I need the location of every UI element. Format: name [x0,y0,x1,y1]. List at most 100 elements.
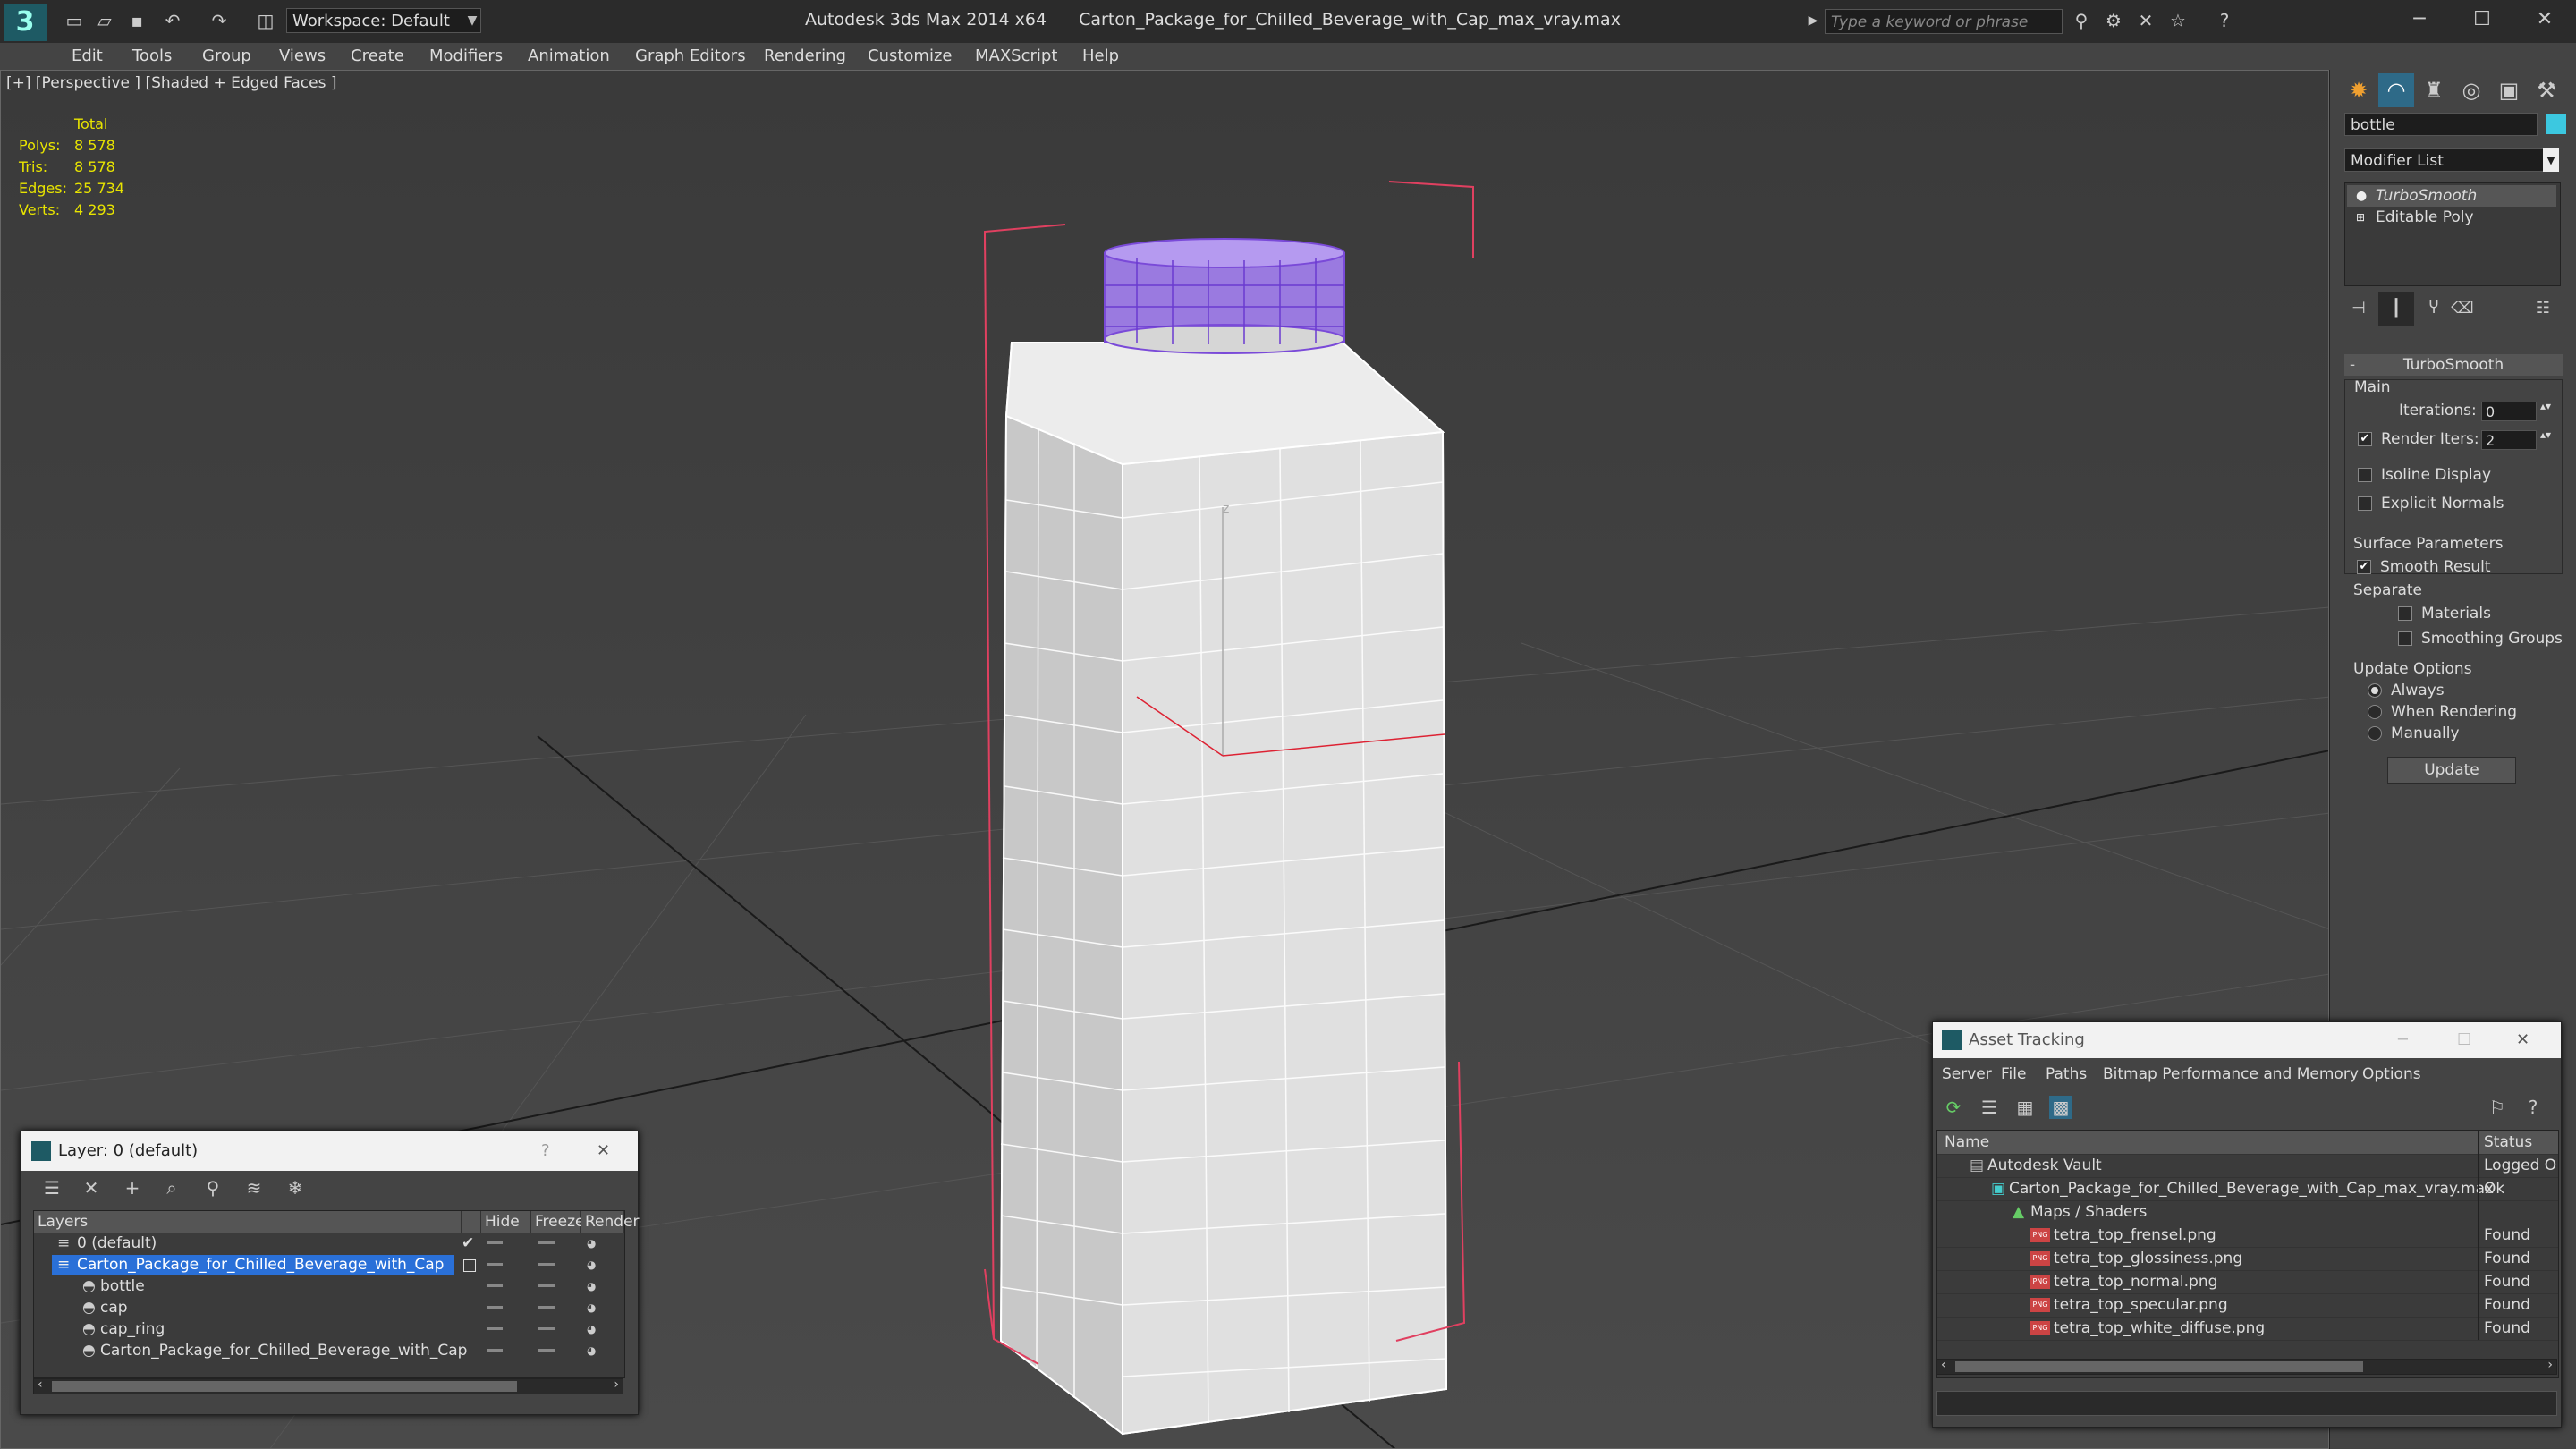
menu-tools[interactable]: Tools [132,43,172,70]
help-icon[interactable]: ? [2213,9,2236,32]
cap-object[interactable] [1104,238,1345,354]
communication-icon[interactable]: ✕ [2134,9,2157,32]
asset-row[interactable]: PNG tetra_top_specular.png Found [1937,1293,2558,1318]
menu-maxscript[interactable]: MAXScript [975,43,1057,70]
layer-row[interactable]: ◓ Carton_Package_for_Chilled_Beverage_wi… [34,1340,624,1361]
horizontal-scrollbar[interactable]: ‹ › [1936,1358,2557,1375]
refresh-icon[interactable]: ⟳ [1942,1096,1965,1119]
render-teapot-icon[interactable]: ◕ [587,1324,601,1335]
dialog-title-bar[interactable]: Asset Tracking ─ ☐ ✕ [1933,1022,2561,1058]
freeze-toggle[interactable] [538,1349,555,1352]
create-layer-icon[interactable]: ☰ [40,1176,64,1199]
remove-modifier-icon[interactable]: ⌫ [2445,292,2480,326]
hide-toggle[interactable] [487,1349,503,1352]
subscription-icon[interactable]: ⚙ [2102,9,2125,32]
freeze-toggle[interactable] [538,1284,555,1287]
isoline-display-checkbox[interactable] [2358,468,2372,482]
menu-paths[interactable]: Paths [2046,1062,2087,1087]
open-file-icon[interactable]: ▱ [93,9,116,32]
motion-tab-icon[interactable]: ◎ [2453,73,2489,107]
asset-row[interactable]: PNG tetra_top_frensel.png Found [1937,1224,2558,1248]
column-header-name[interactable]: Name [1945,1131,1989,1154]
chevron-down-icon[interactable]: ▼ [463,8,481,33]
menu-help[interactable]: Help [1082,43,1119,70]
freeze-toggle[interactable] [538,1241,555,1244]
menu-file[interactable]: File [2001,1062,2026,1087]
grid-view-icon[interactable]: ▩ [2049,1096,2072,1119]
set-active-box-icon[interactable] [463,1259,476,1272]
maximize-icon[interactable]: ☐ [2451,0,2513,39]
hide-toggle[interactable] [487,1263,503,1266]
workspace-dropdown[interactable]: Workspace: Default [286,8,481,33]
scroll-thumb[interactable] [1955,1361,2363,1372]
render-teapot-icon[interactable]: ◕ [587,1238,601,1249]
asset-row[interactable]: ▤ Autodesk Vault Logged O [1937,1154,2558,1178]
menu-options[interactable]: Options [2362,1062,2421,1087]
scroll-left-icon[interactable]: ‹ [38,1377,43,1392]
undo-icon[interactable]: ↶ [161,9,184,32]
menu-graph-editors[interactable]: Graph Editors [635,43,746,70]
hide-toggle[interactable] [487,1327,503,1330]
menu-group[interactable]: Group [202,43,251,70]
asset-row[interactable]: PNG tetra_top_white_diffuse.png Found [1937,1317,2558,1341]
menu-edit[interactable]: Edit [72,43,103,70]
object-name-input[interactable]: bottle [2344,113,2538,136]
favorites-star-icon[interactable]: ☆ [2166,9,2190,32]
smooth-result-checkbox[interactable]: ✔ [2357,560,2371,574]
hide-toggle[interactable] [487,1306,503,1309]
layer-row[interactable]: ≡ Carton_Package_for_Chilled_Beverage_wi… [34,1254,624,1275]
render-teapot-icon[interactable]: ◕ [587,1302,601,1313]
modify-tab-icon[interactable]: ◠ [2378,73,2414,107]
display-tab-icon[interactable]: ▣ [2491,73,2527,107]
create-tab-icon[interactable]: ✹ [2341,73,2377,107]
iterations-spinner[interactable]: 0 [2481,402,2537,421]
stack-item-turbosmooth[interactable]: ● TurboSmooth [2347,185,2556,207]
chevron-down-icon[interactable]: ▼ [2543,148,2559,172]
lightbulb-icon[interactable]: ● [2356,185,2367,207]
app-logo-icon[interactable]: 3 [4,4,47,41]
render-iters-spinner[interactable]: 2 [2481,430,2537,450]
column-header-freeze[interactable]: Freeze [531,1211,584,1233]
menu-bitmap-performance[interactable]: Bitmap Performance and Memory [2103,1062,2359,1087]
menu-modifiers[interactable]: Modifiers [429,43,503,70]
spinner-arrows-icon[interactable]: ▴▾ [2540,400,2551,412]
asset-row[interactable]: PNG tetra_top_normal.png Found [1937,1270,2558,1294]
layer-row[interactable]: ◓ cap ◕ [34,1297,624,1318]
asset-row[interactable]: ▣ Carton_Package_for_Chilled_Beverage_wi… [1937,1177,2558,1201]
help-icon[interactable]: ? [541,1131,550,1171]
render-teapot-icon[interactable]: ◕ [587,1281,601,1292]
layer-row[interactable]: ≡ 0 (default) ✔ ◕ [34,1233,624,1254]
column-header-hide[interactable]: Hide [481,1211,531,1233]
menu-animation[interactable]: Animation [528,43,610,70]
stack-item-editable-poly[interactable]: ⊞ Editable Poly [2347,207,2556,228]
menu-rendering[interactable]: Rendering [764,43,846,70]
close-icon[interactable]: ✕ [2516,1022,2529,1058]
expand-plus-icon[interactable]: ⊞ [2356,207,2365,228]
scroll-right-icon[interactable]: › [614,1377,619,1392]
scroll-right-icon[interactable]: › [2547,1358,2553,1372]
scroll-thumb[interactable] [52,1381,517,1392]
utilities-tab-icon[interactable]: ⚒ [2529,73,2564,107]
pin-stack-icon[interactable]: ⊣ [2341,292,2377,326]
update-always-radio[interactable] [2368,683,2382,698]
materials-checkbox[interactable] [2398,606,2412,621]
delete-layer-icon[interactable]: ✕ [80,1176,103,1199]
scroll-left-icon[interactable]: ‹ [1941,1358,1946,1372]
maximize-icon[interactable]: ☐ [2457,1022,2471,1058]
column-header-status[interactable]: Status [2478,1131,2558,1154]
new-file-icon[interactable]: ▭ [63,9,86,32]
highlight-layer-icon[interactable]: ⚲ [201,1176,225,1199]
hide-toggle[interactable] [487,1284,503,1287]
play-arrow-icon[interactable]: ▶ [1801,9,1825,32]
freeze-toggle[interactable] [538,1327,555,1330]
minimize-icon[interactable]: ─ [2398,1022,2408,1058]
freeze-all-icon[interactable]: ❄ [284,1176,307,1199]
add-to-layer-icon[interactable]: + [121,1176,144,1199]
horizontal-scrollbar[interactable]: ‹ › [33,1377,623,1394]
minimize-icon[interactable]: ─ [2388,0,2451,39]
freeze-toggle[interactable] [538,1263,555,1266]
search-input[interactable]: Type a keyword or phrase [1825,9,2063,34]
update-manually-radio[interactable] [2368,726,2382,741]
column-header-layers[interactable]: Layers [34,1211,462,1233]
render-iters-checkbox[interactable]: ✔ [2358,432,2372,446]
